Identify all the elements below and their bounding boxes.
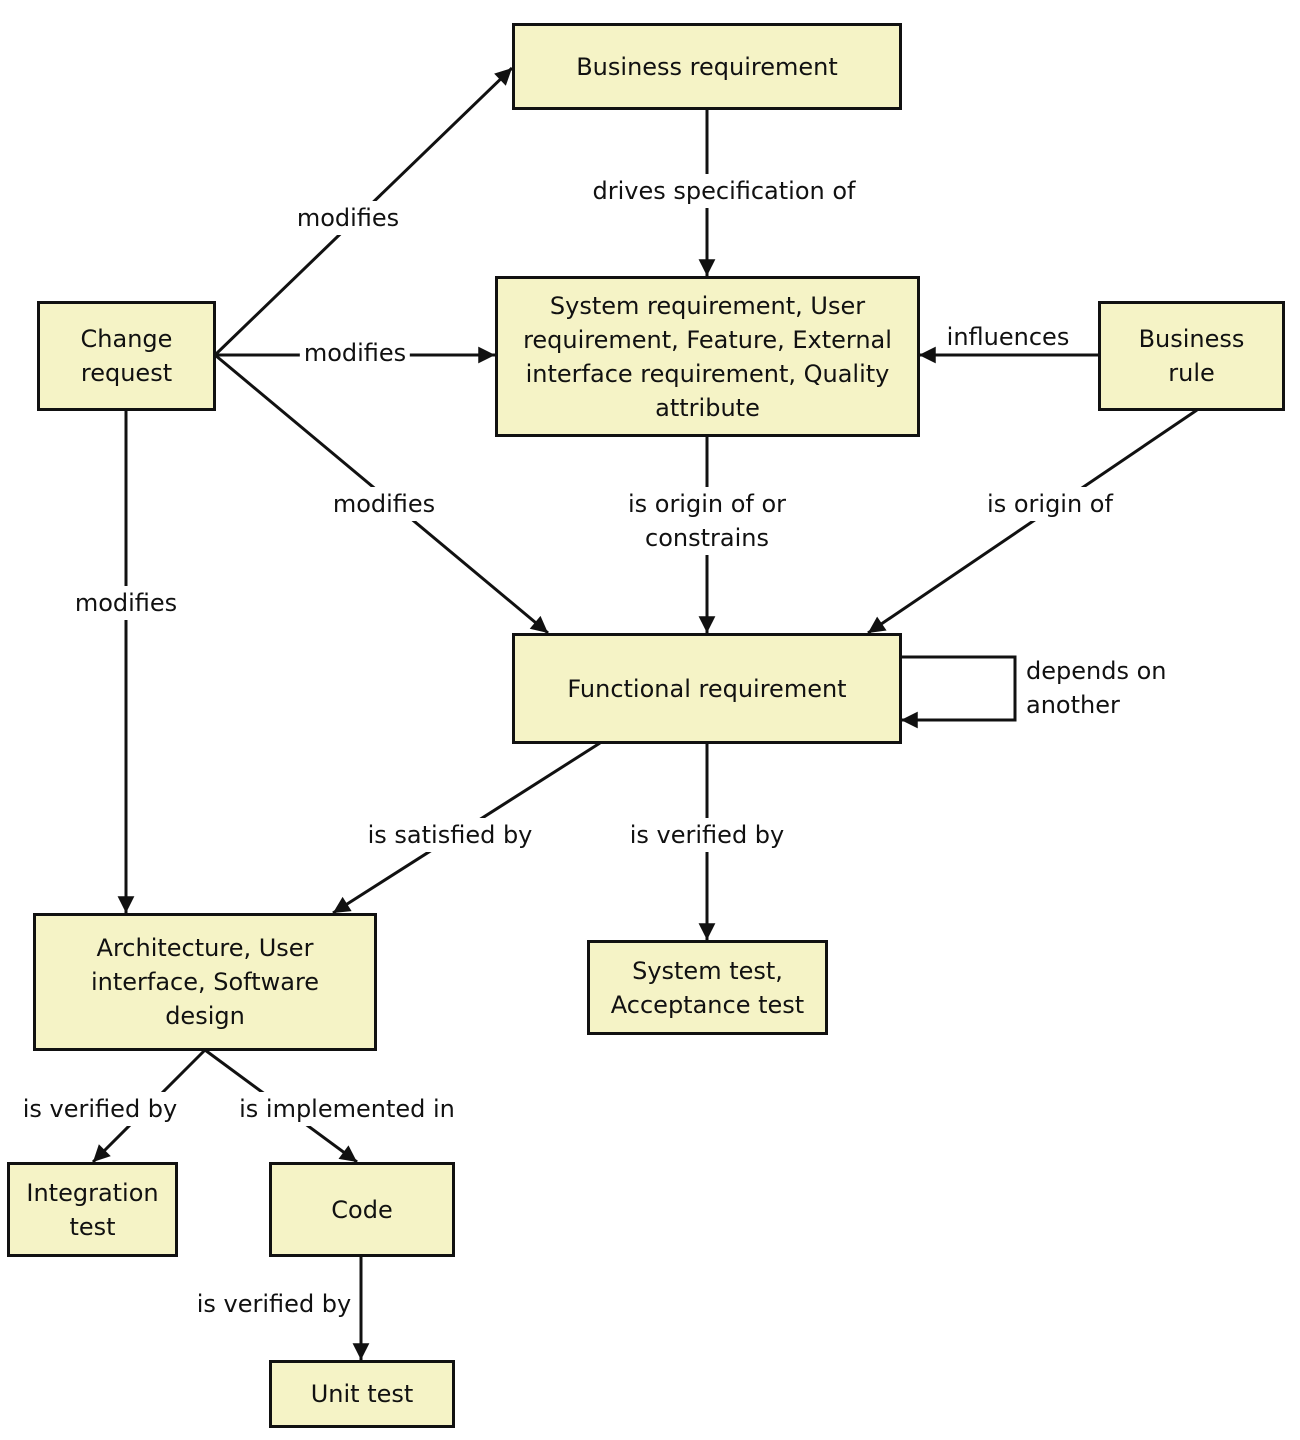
edge-label-drives-specification: drives specification of (588, 174, 860, 208)
node-label: System test, Acceptance test (610, 956, 805, 1019)
edge-label-modifies-functional-requirement: modifies (328, 487, 440, 521)
edge-label-depends-on-another: depends on another (1026, 654, 1176, 722)
node-label: Code (331, 1195, 393, 1224)
edge-label-verified-by-integration: is verified by (18, 1092, 182, 1126)
edge-label-influences: influences (946, 323, 1070, 351)
edge-label-verified-by-unit-test: is verified by (192, 1287, 356, 1321)
node-functional-requirement: Functional requirement (512, 633, 902, 744)
edge-label-verified-by-system-test: is verified by (625, 818, 789, 852)
edge-label-modifies-system-requirement: modifies (299, 336, 411, 370)
edge-rule-to-functional (867, 408, 1198, 635)
node-change-request: Change request (37, 301, 216, 411)
node-business-rule: Business rule (1098, 301, 1285, 411)
edge-label-rule-origin: is origin of (983, 487, 1117, 521)
node-system-requirement: System requirement, User requirement, Fe… (495, 276, 920, 437)
node-label: Change request (80, 325, 173, 387)
edge-label-modifies-design: modifies (70, 586, 182, 620)
node-label: Business requirement (576, 52, 838, 81)
node-system-test: System test, Acceptance test (587, 940, 828, 1035)
node-label: Business rule (1138, 325, 1245, 387)
node-label: Functional requirement (567, 674, 847, 703)
node-label: System requirement, User requirement, Fe… (523, 291, 892, 422)
node-business-requirement: Business requirement (512, 23, 902, 110)
edge-functional-self-loop (900, 655, 1017, 729)
node-code: Code (269, 1162, 455, 1257)
node-label: Unit test (310, 1380, 414, 1408)
node-integration-test: Integration test (7, 1162, 178, 1257)
node-design: Architecture, User interface, Software d… (33, 913, 377, 1051)
edge-label-satisfied-by: is satisfied by (363, 818, 537, 852)
edge-label-modifies-business-requirement: modifies (292, 201, 404, 235)
node-label: Architecture, User interface, Software d… (90, 934, 320, 1030)
node-label: Integration test (26, 1178, 159, 1241)
edge-label-implemented-in: is implemented in (235, 1092, 459, 1126)
edge-label-origin-or-constrains: is origin of or constrains (613, 487, 801, 555)
node-unit-test: Unit test (269, 1360, 455, 1428)
